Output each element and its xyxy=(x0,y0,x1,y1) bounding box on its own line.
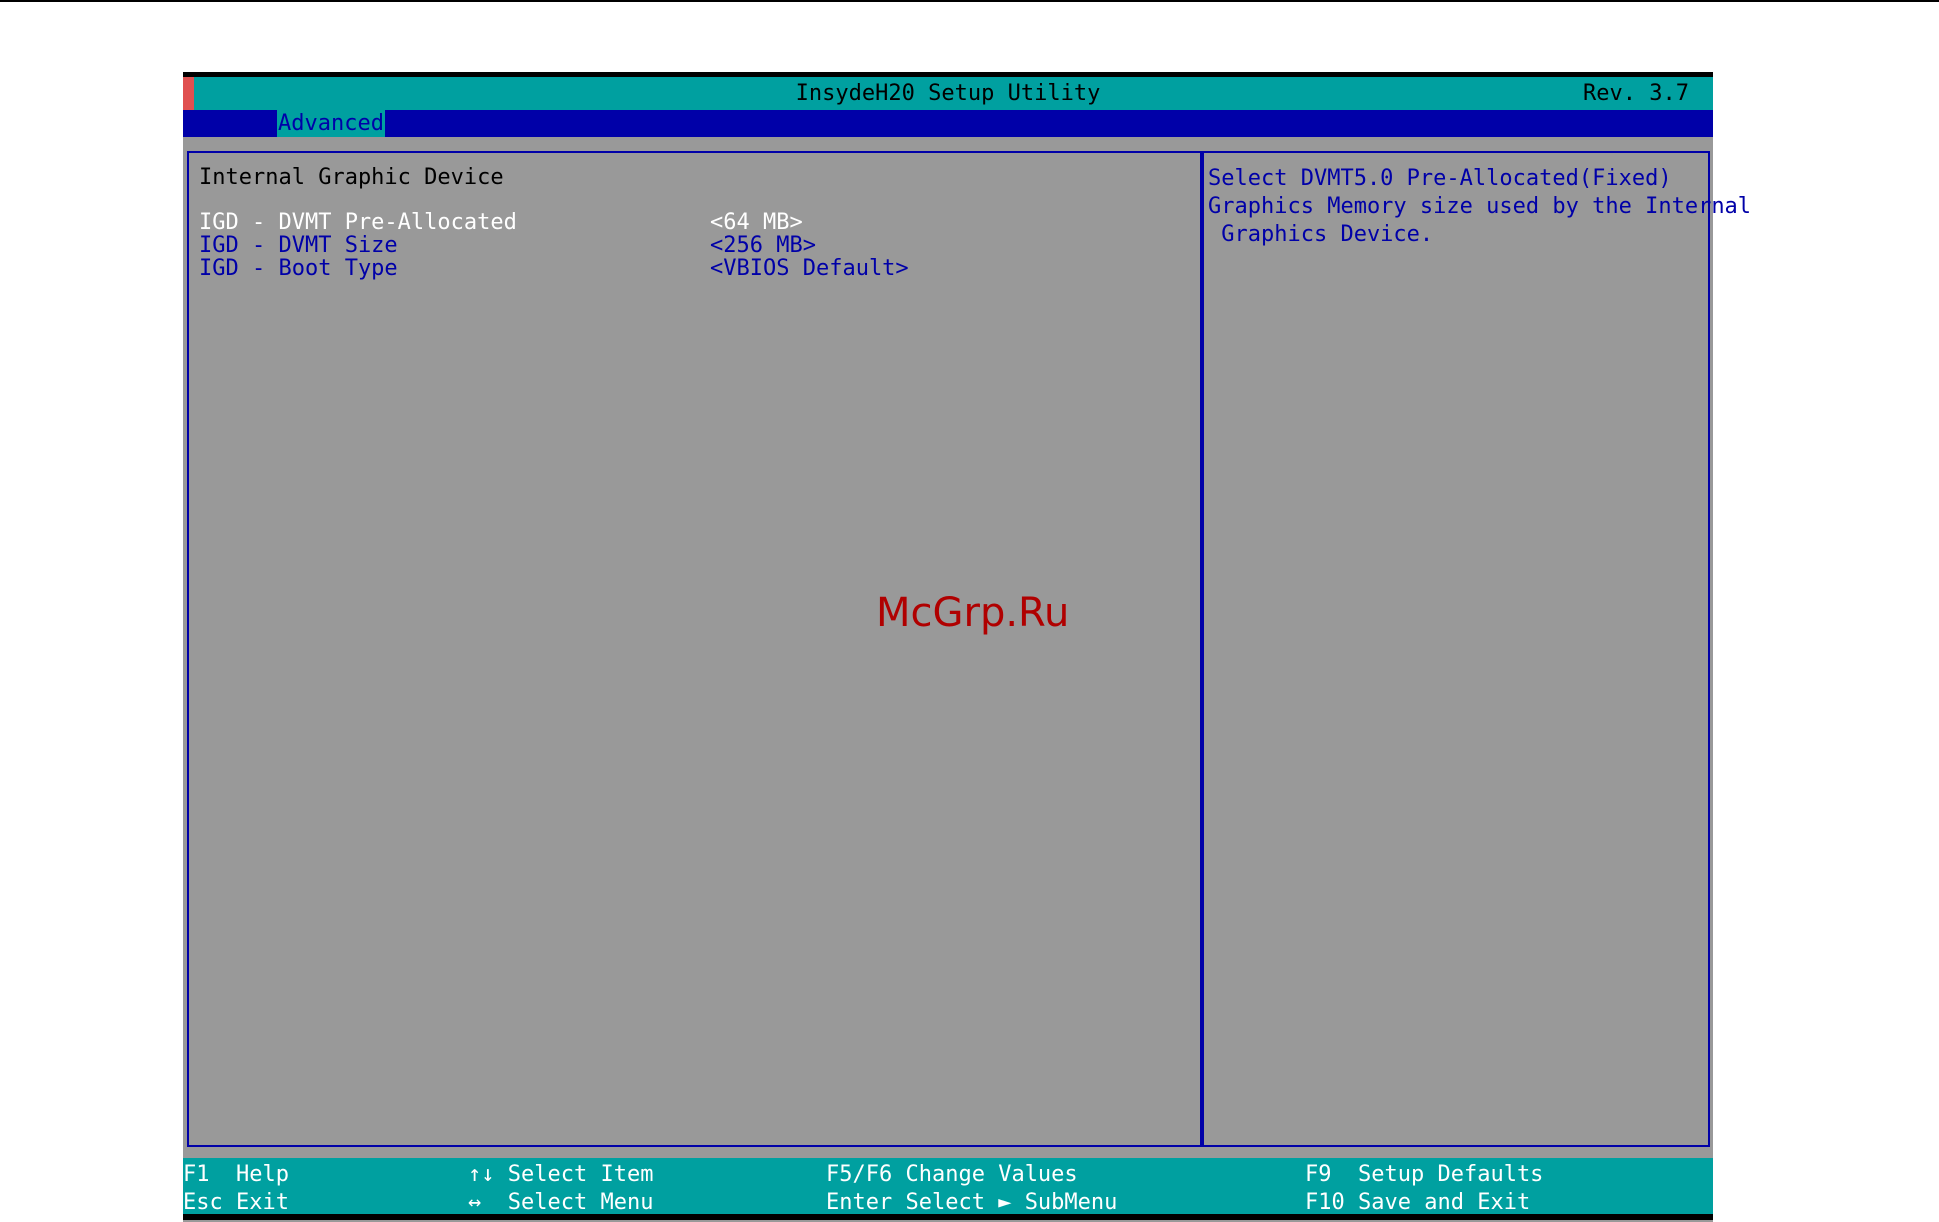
key-hint-setup-defaults: F9 Setup Defaults xyxy=(1305,1162,1543,1187)
section-title: Internal Graphic Device xyxy=(199,165,504,190)
help-line: Graphics Memory size used by the Interna… xyxy=(1208,194,1752,219)
key-hint-exit: Esc Exit xyxy=(183,1190,289,1215)
key-name: ↑↓ xyxy=(468,1162,495,1187)
help-line: Select DVMT5.0 Pre-Allocated(Fixed) xyxy=(1208,166,1672,191)
key-desc: Change Values xyxy=(905,1162,1078,1187)
key-name: F5/F6 xyxy=(826,1162,893,1187)
key-desc: Help xyxy=(236,1162,289,1187)
key-desc: Select Menu xyxy=(507,1190,654,1215)
key-name: F1 xyxy=(183,1162,210,1187)
setting-igd-boot-type[interactable]: IGD - Boot Type <VBIOS Default> xyxy=(199,255,1189,283)
key-legend-bar: F1 Help Esc Exit ↑↓ Select Item ↔ Select… xyxy=(183,1158,1713,1215)
key-name: ↔ xyxy=(468,1190,482,1215)
key-name: F10 xyxy=(1305,1190,1345,1215)
key-hint-select-menu: ↔ Select Menu xyxy=(468,1190,653,1215)
key-desc: Select Item xyxy=(507,1162,654,1187)
window-title: InsydeH20 Setup Utility xyxy=(795,81,1101,106)
key-desc: Select ► SubMenu xyxy=(905,1190,1118,1215)
setting-label: IGD - Boot Type xyxy=(199,256,398,281)
help-text: Select DVMT5.0 Pre-Allocated(Fixed) Grap… xyxy=(1208,165,1751,249)
footer-rule xyxy=(183,1214,1713,1220)
key-name: Enter xyxy=(826,1190,893,1215)
revision-label: Rev. 3.7 xyxy=(1583,81,1689,106)
bios-screen: InsydeH20 Setup Utility Rev. 3.7 Advance… xyxy=(183,72,1751,1222)
key-hint-submenu: Enter Select ► SubMenu xyxy=(826,1190,1117,1215)
tab-advanced[interactable]: Advanced xyxy=(277,110,385,137)
watermark: McGrp.Ru xyxy=(876,590,1070,636)
key-desc: Save and Exit xyxy=(1358,1190,1531,1215)
settings-pane: Internal Graphic Device IGD - DVMT Pre-A… xyxy=(187,151,1202,1147)
key-hint-help: F1 Help xyxy=(183,1162,289,1187)
key-name: Esc xyxy=(183,1190,223,1215)
key-hint-change-values: F5/F6 Change Values xyxy=(826,1162,1078,1187)
key-hint-select-item: ↑↓ Select Item xyxy=(468,1162,653,1187)
menu-bar: Advanced xyxy=(183,110,1713,137)
key-hint-save-exit: F10 Save and Exit xyxy=(1305,1190,1530,1215)
key-desc: Exit xyxy=(236,1190,289,1215)
setting-value[interactable]: <VBIOS Default> xyxy=(710,255,909,283)
key-name: F9 xyxy=(1305,1162,1332,1187)
help-pane: Select DVMT5.0 Pre-Allocated(Fixed) Grap… xyxy=(1202,151,1751,1147)
title-bar: InsydeH20 Setup Utility Rev. 3.7 xyxy=(183,72,1713,110)
key-desc: Setup Defaults xyxy=(1358,1162,1544,1187)
help-line: Graphics Device. xyxy=(1208,222,1434,247)
page-top-rule xyxy=(0,0,1939,2)
